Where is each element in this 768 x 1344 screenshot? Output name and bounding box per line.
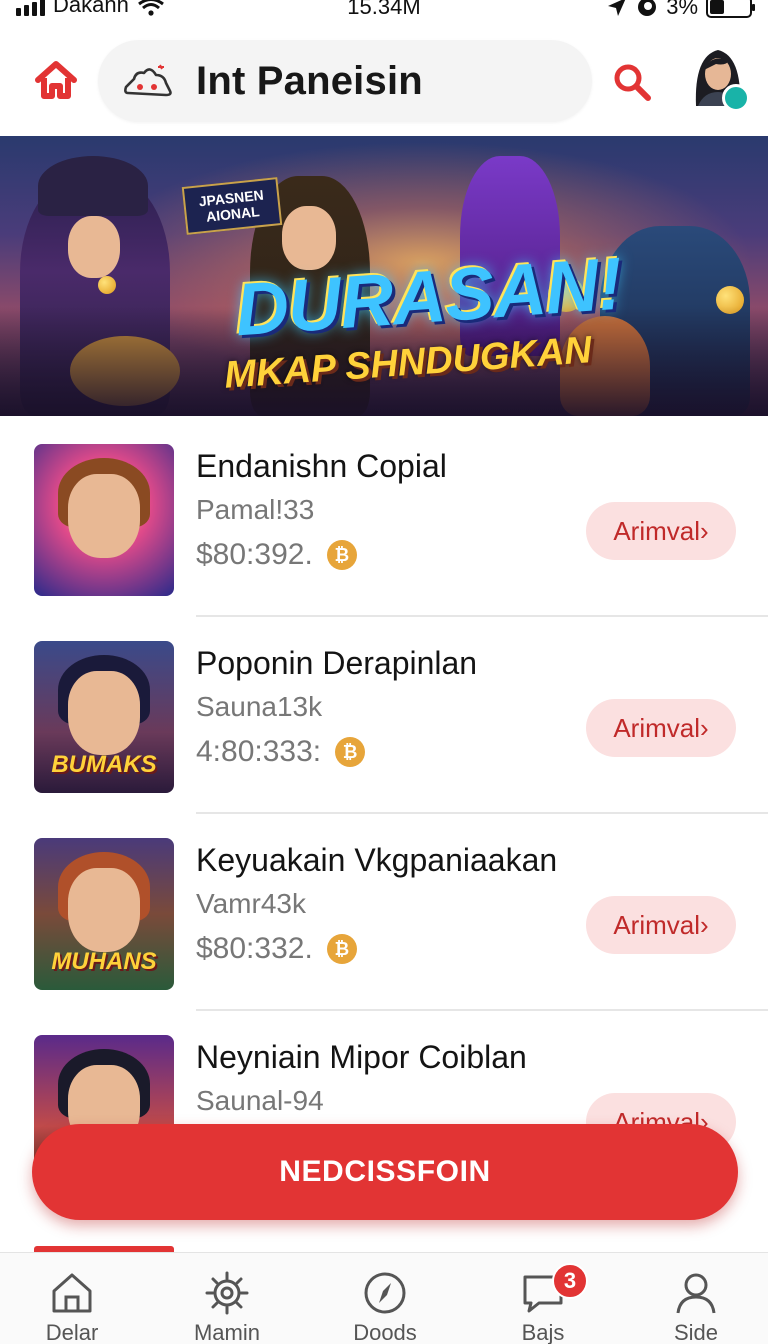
app-header: Int Paneisin bbox=[0, 24, 768, 136]
item-price-row: $80:332. ₿ bbox=[196, 932, 357, 966]
profile-icon bbox=[676, 1273, 716, 1314]
primary-cta-button[interactable]: NEDCISSFOIN bbox=[32, 1124, 738, 1220]
item-price-row: 4:80:333: ₿ bbox=[196, 735, 366, 769]
thumb-label: BUMAKS bbox=[51, 751, 157, 778]
item-thumbnail: MUHANS bbox=[34, 838, 174, 990]
list-item[interactable]: MUHANS Keyuakain Vkgpaniaakan Vamr43k $8… bbox=[0, 814, 768, 1011]
battery-icon bbox=[706, 0, 755, 18]
page-title: Int Paneisin bbox=[196, 58, 423, 103]
item-action-button[interactable]: Arimval› bbox=[586, 896, 736, 954]
item-price: $80:392. bbox=[196, 538, 313, 571]
banner-tag: JPASNEN AIONAL bbox=[181, 177, 283, 235]
item-price-row: $80:392. ₿ bbox=[196, 538, 357, 572]
promo-banner[interactable]: JPASNEN AIONAL DURASAN! MKAP SHNDUGKAN bbox=[0, 136, 768, 416]
search-button[interactable] bbox=[606, 56, 658, 108]
nav-label: Delar bbox=[45, 1320, 99, 1344]
notification-badge: 3 bbox=[552, 1263, 588, 1299]
thumb-face bbox=[68, 474, 140, 558]
item-name: Keyuakain Vkgpaniaakan bbox=[196, 842, 558, 878]
battery-percent: 3% bbox=[666, 0, 698, 19]
gear-icon bbox=[205, 1271, 249, 1315]
item-thumbnail bbox=[34, 444, 174, 596]
thumb-label: MUHANS bbox=[51, 948, 157, 975]
thumb-face bbox=[68, 868, 140, 952]
nav-item-delar[interactable]: Delar bbox=[7, 1269, 137, 1344]
online-status-dot bbox=[722, 84, 750, 112]
coin-icon: ₿ bbox=[326, 540, 357, 570]
nav-label: Doods bbox=[353, 1320, 417, 1344]
item-price: 4:80:333: bbox=[196, 735, 322, 768]
item-action-button[interactable]: Arimval› bbox=[586, 502, 736, 560]
title-bar[interactable]: Int Paneisin bbox=[98, 40, 592, 122]
banner-figure-hat bbox=[38, 156, 148, 216]
item-subtitle: Saunal-94 bbox=[196, 1085, 324, 1116]
location-icon bbox=[608, 0, 626, 16]
nav-label: Side bbox=[673, 1320, 719, 1344]
item-subtitle: Vamr43k bbox=[196, 888, 306, 919]
banner-coin bbox=[98, 276, 116, 294]
item-thumbnail: BUMAKS bbox=[34, 641, 174, 793]
nav-item-mamin[interactable]: Mamin bbox=[162, 1269, 292, 1344]
focus-icon bbox=[638, 0, 657, 16]
nav-label: Mamin bbox=[193, 1320, 260, 1344]
list-item[interactable]: Endanishn Copial Pamal!33 $80:392. ₿ Ari… bbox=[0, 420, 768, 617]
home-button[interactable] bbox=[28, 52, 84, 108]
item-action-button[interactable]: Arimval› bbox=[586, 699, 736, 757]
status-right: 3% bbox=[606, 0, 755, 20]
home-outline-icon bbox=[52, 1273, 92, 1313]
item-name: Neyniain Mipor Coiblan bbox=[196, 1039, 527, 1075]
search-icon bbox=[614, 64, 651, 101]
item-price: $80:332. bbox=[196, 932, 313, 965]
compass-icon bbox=[364, 1272, 406, 1314]
item-name: Endanishn Copial bbox=[196, 448, 447, 484]
coin-icon: ₿ bbox=[335, 737, 366, 767]
status-bar: Dakann 15.34M 3% bbox=[0, 0, 768, 24]
nav-item-doods[interactable]: Doods bbox=[320, 1269, 450, 1344]
coin-icon: ₿ bbox=[326, 934, 357, 964]
bottom-nav: Delar Mamin Doods 3 Bajs Side bbox=[0, 1252, 768, 1344]
list-item[interactable]: BUMAKS Poponin Derapinlan Sauna13k 4:80:… bbox=[0, 617, 768, 814]
banner-figure-face bbox=[68, 216, 120, 278]
nav-item-bajs[interactable]: 3 Bajs bbox=[478, 1263, 608, 1344]
home-icon bbox=[35, 61, 77, 99]
item-subtitle: Sauna13k bbox=[196, 691, 323, 722]
thumb-face bbox=[68, 671, 140, 755]
cloud-icon bbox=[124, 64, 172, 97]
nav-label: Bajs bbox=[521, 1320, 565, 1344]
item-subtitle: Pamal!33 bbox=[196, 494, 315, 525]
item-name: Poponin Derapinlan bbox=[196, 645, 478, 681]
nav-item-side[interactable]: Side bbox=[631, 1269, 761, 1344]
